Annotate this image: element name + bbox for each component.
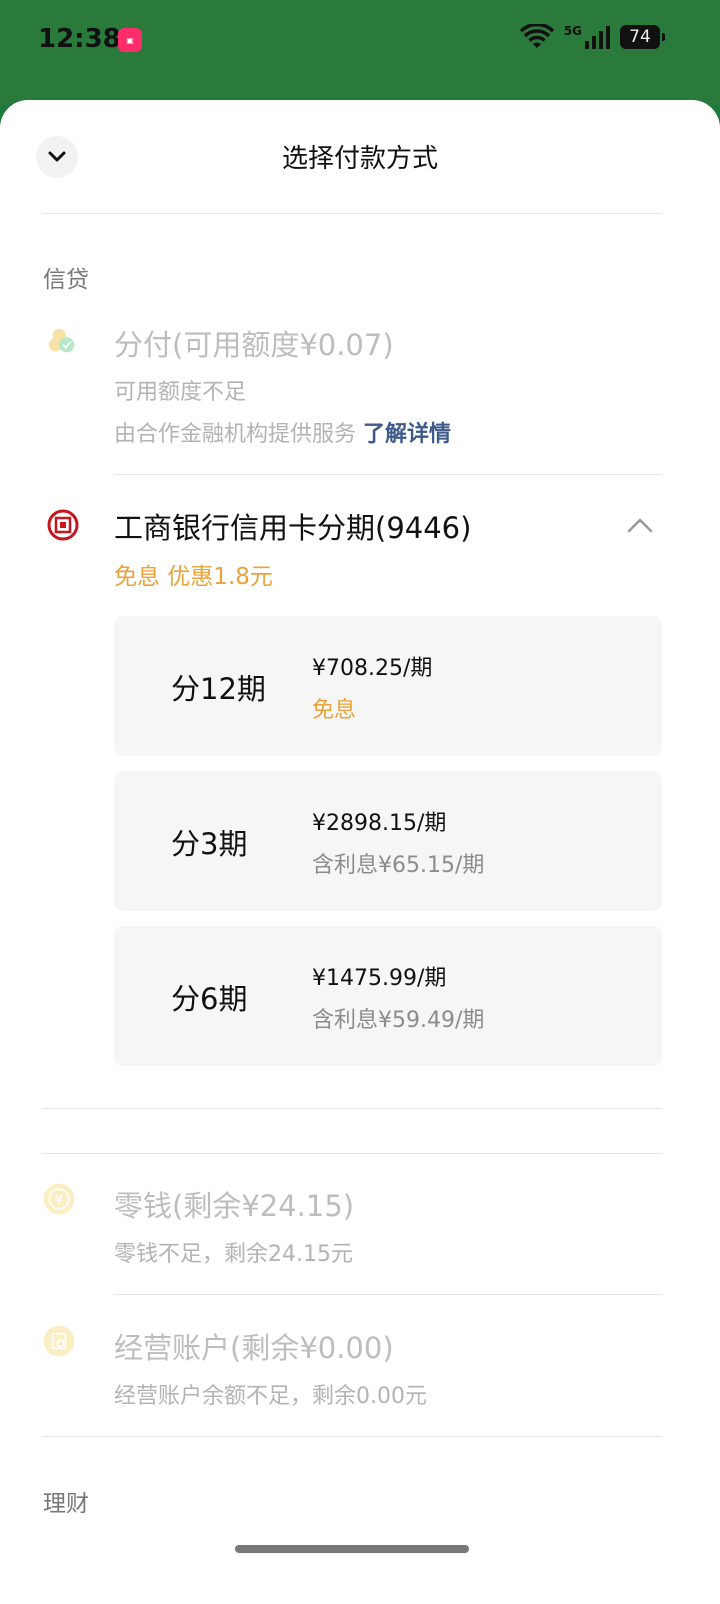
fenfu-name: 分付(可用额度¥0.07) xyxy=(114,328,394,362)
payment-method-sheet: 选择付款方式 信贷 分付(可用额度¥0.07) 可用额度不足 由合作金融机构提供… xyxy=(0,100,720,1604)
balance-section-divider xyxy=(42,1153,662,1154)
battery-icon: 74 xyxy=(620,25,665,49)
business-account-status: 经营账户余额不足，剩余0.00元 xyxy=(114,1384,427,1409)
status-time: 12:38 xyxy=(38,24,121,54)
status-bar: 12:38 ▣ 5G 74 xyxy=(0,0,720,105)
fenfu-divider xyxy=(114,474,662,475)
business-account-icon xyxy=(43,1325,75,1357)
icbc-promo: 免息 优惠1.8元 xyxy=(114,564,273,590)
signal-icon xyxy=(585,26,610,49)
plan-term: 分6期 xyxy=(171,982,248,1016)
plan-term: 分12期 xyxy=(171,672,266,706)
change-status: 零钱不足，剩余24.15元 xyxy=(114,1242,353,1267)
installment-plan-3[interactable]: 分3期 ¥2898.15/期 含利息¥65.15/期 xyxy=(114,771,662,911)
home-indicator[interactable] xyxy=(235,1545,469,1553)
plan-price: ¥708.25/期 xyxy=(312,656,433,681)
change-icon: ¥ xyxy=(43,1183,75,1215)
plan-price: ¥2898.15/期 xyxy=(312,811,447,836)
business-divider xyxy=(42,1436,662,1437)
fenfu-provider-text: 由合作金融机构提供服务 xyxy=(114,422,357,447)
plan-note: 免息 xyxy=(312,698,357,723)
wifi-icon xyxy=(519,24,554,48)
plan-price: ¥1475.99/期 xyxy=(312,966,447,991)
fenfu-icon xyxy=(48,328,75,353)
icbc-logo-icon xyxy=(47,509,79,541)
change-divider xyxy=(114,1294,662,1295)
network-type: 5G xyxy=(563,24,582,38)
chevron-up-icon[interactable] xyxy=(626,516,654,534)
installment-plan-12[interactable]: 分12期 ¥708.25/期 免息 xyxy=(114,616,662,756)
svg-text:¥: ¥ xyxy=(55,1193,63,1208)
plan-note: 含利息¥59.49/期 xyxy=(312,1008,485,1033)
installment-plan-6[interactable]: 分6期 ¥1475.99/期 含利息¥59.49/期 xyxy=(114,926,662,1066)
business-account-name: 经营账户(剩余¥0.00) xyxy=(114,1331,394,1365)
page-title: 选择付款方式 xyxy=(281,144,438,174)
app-notification-icon: ▣ xyxy=(118,28,142,52)
section-label-finance: 理财 xyxy=(43,1491,89,1517)
section-label-credit: 信贷 xyxy=(43,267,89,293)
battery-level: 74 xyxy=(629,27,651,47)
learn-more-link[interactable]: 了解详情 xyxy=(363,422,451,447)
change-name: 零钱(剩余¥24.15) xyxy=(114,1189,355,1223)
sheet-header: 选择付款方式 xyxy=(0,100,720,213)
fenfu-provider: 由合作金融机构提供服务 了解详情 xyxy=(114,416,451,448)
status-icons: 5G 74 xyxy=(519,24,665,50)
fenfu-status: 可用额度不足 xyxy=(114,380,247,405)
plan-note: 含利息¥65.15/期 xyxy=(312,853,485,878)
header-divider xyxy=(42,213,662,214)
credit-section-divider xyxy=(42,1108,662,1109)
plan-term: 分3期 xyxy=(171,827,248,861)
icbc-name: 工商银行信用卡分期(9446) xyxy=(114,511,472,545)
